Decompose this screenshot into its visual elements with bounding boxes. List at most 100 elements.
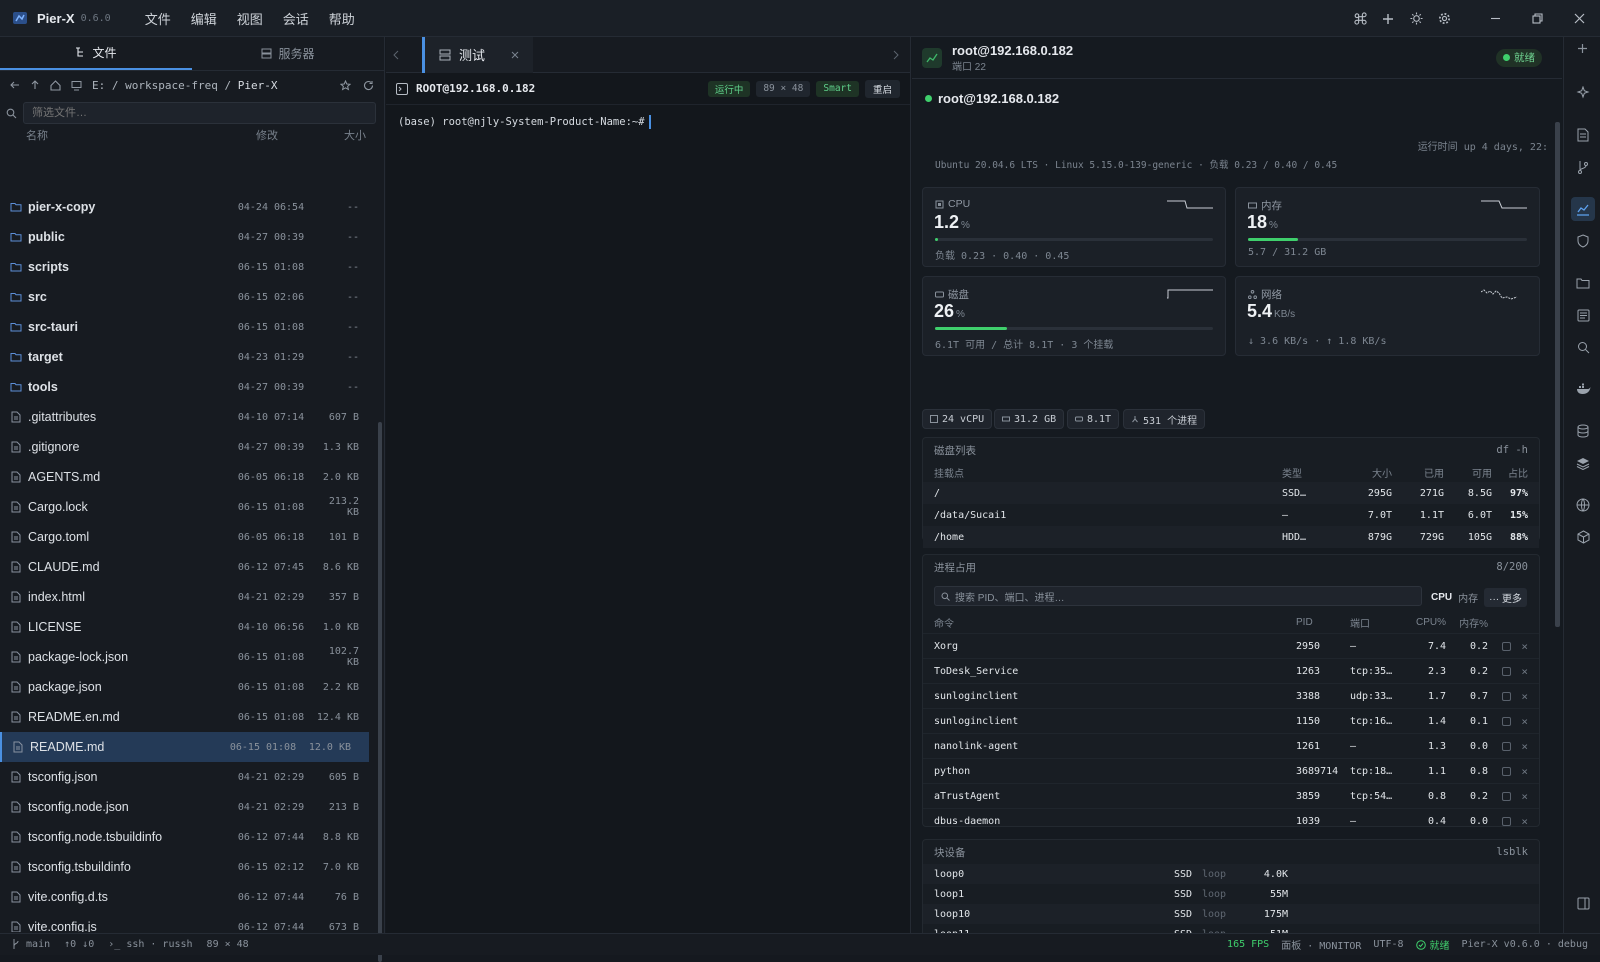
tab-servers[interactable]: 服务器: [192, 37, 384, 70]
file-row[interactable]: tsconfig.node.tsbuildinfo 06-12 07:44 8.8 …: [0, 822, 377, 852]
process-kill-icon[interactable]: ×: [1521, 665, 1528, 678]
file-row[interactable]: index.html 04-21 02:29 357 B: [0, 582, 377, 612]
disk-col-header[interactable]: 可用: [1444, 465, 1492, 480]
shield-icon[interactable]: [1571, 229, 1595, 253]
process-search-input[interactable]: 搜索 PID、端口、进程…: [934, 586, 1422, 606]
file-row[interactable]: Cargo.toml 06-05 06:18 101 B: [0, 522, 377, 552]
tab-files[interactable]: 文件: [0, 37, 192, 70]
process-detail-icon[interactable]: [1502, 766, 1512, 776]
chevron-left-icon[interactable]: [392, 50, 400, 60]
process-row[interactable]: dbus-daemon 1039 — 0.4 0.0 ×: [923, 808, 1539, 833]
process-kill-icon[interactable]: ×: [1521, 815, 1528, 828]
process-row[interactable]: Xorg 2950 — 7.4 0.2 ×: [923, 633, 1539, 658]
sort-memory-button[interactable]: 内存: [1458, 590, 1478, 605]
minimize-icon[interactable]: [1474, 0, 1516, 37]
menu-session[interactable]: 会话: [273, 9, 319, 28]
process-kill-icon[interactable]: ×: [1521, 790, 1528, 803]
file-row[interactable]: target 04-23 01:29 --: [0, 342, 377, 372]
process-detail-icon[interactable]: [1502, 666, 1512, 676]
add-panel-icon[interactable]: [1577, 43, 1588, 54]
col-size[interactable]: 大小: [326, 127, 366, 143]
refresh-icon[interactable]: [363, 80, 374, 91]
terminal-tab[interactable]: 测试: [422, 36, 534, 73]
file-row[interactable]: tsconfig.node.json 04-21 02:29 213 B: [0, 792, 377, 822]
process-kill-icon[interactable]: ×: [1521, 690, 1528, 703]
file-row[interactable]: .gitignore 04-27 00:39 1.3 KB: [0, 432, 377, 462]
panel-toggle-icon[interactable]: [1571, 891, 1595, 915]
package-icon[interactable]: [1571, 525, 1595, 549]
process-detail-icon[interactable]: [1502, 816, 1512, 826]
file-row[interactable]: tools 04-27 00:39 --: [0, 372, 377, 402]
file-row[interactable]: LICENSE 04-10 06:56 1.0 KB: [0, 612, 377, 642]
layers-icon[interactable]: [1571, 451, 1595, 475]
command-icon[interactable]: [1346, 0, 1374, 37]
process-col-header[interactable]: CPU%: [1404, 617, 1446, 628]
home-icon[interactable]: [50, 79, 61, 91]
process-detail-icon[interactable]: [1502, 741, 1512, 751]
breadcrumb[interactable]: E: / workspace-freq / Pier-X: [92, 79, 277, 92]
panel-label[interactable]: 面板 · MONITOR: [1281, 937, 1361, 952]
path-segment-current[interactable]: Pier-X: [238, 79, 278, 92]
more-button[interactable]: ··· 更多: [1484, 588, 1527, 607]
disk-col-header[interactable]: 大小: [1340, 465, 1392, 480]
terminal-output[interactable]: (base) root@njly-System-Product-Name:~#: [386, 105, 910, 139]
file-row[interactable]: AGENTS.md 06-05 06:18 2.0 KB: [0, 462, 377, 492]
col-name[interactable]: 名称: [26, 127, 256, 143]
document-icon[interactable]: [1571, 123, 1595, 147]
git-sync[interactable]: ↑0 ↓0: [64, 939, 94, 950]
disk-row[interactable]: / SSD… 295G 271G 8.5G 97%: [923, 482, 1539, 504]
process-col-header[interactable]: 内存%: [1446, 615, 1488, 630]
database-icon[interactable]: [1571, 419, 1595, 443]
chevron-right-icon[interactable]: [892, 50, 900, 60]
restore-icon[interactable]: [1516, 0, 1558, 37]
filter-input[interactable]: [23, 102, 376, 124]
plus-icon[interactable]: [1374, 0, 1402, 37]
disk-row[interactable]: /home HDD… 879G 729G 105G 88%: [923, 526, 1539, 548]
process-detail-icon[interactable]: [1502, 791, 1512, 801]
file-list-scrollbar[interactable]: [378, 422, 382, 962]
file-row[interactable]: README.md 06-15 01:08 12.0 KB: [0, 732, 369, 762]
process-row[interactable]: aTrustAgent 3859 tcp:54… 0.8 0.2 ×: [923, 783, 1539, 808]
file-row[interactable]: README.en.md 06-15 01:08 12.4 KB: [0, 702, 377, 732]
monitor-chart-icon[interactable]: [1571, 197, 1595, 221]
sun-icon[interactable]: [1402, 0, 1430, 37]
file-row[interactable]: CLAUDE.md 06-12 07:45 8.6 KB: [0, 552, 377, 582]
process-kill-icon[interactable]: ×: [1521, 715, 1528, 728]
file-row[interactable]: .gitattributes 04-10 07:14 607 B: [0, 402, 377, 432]
smart-mode-badge[interactable]: Smart: [816, 80, 859, 97]
disk-col-header[interactable]: 类型: [1282, 465, 1340, 480]
process-row[interactable]: python 3689714 tcp:18… 1.1 0.8 ×: [923, 758, 1539, 783]
process-row[interactable]: ToDesk_Service 1263 tcp:35… 2.3 0.2 ×: [923, 658, 1539, 683]
disk-col-header[interactable]: 已用: [1392, 465, 1444, 480]
path-segment[interactable]: workspace-freq: [125, 79, 218, 92]
file-row[interactable]: pier-x-copy 04-24 06:54 --: [0, 192, 377, 222]
process-col-header[interactable]: 命令: [934, 615, 1296, 630]
gear-icon[interactable]: [1430, 0, 1458, 37]
file-row[interactable]: package-lock.json 06-15 01:08 102.7 KB: [0, 642, 377, 672]
file-row[interactable]: scripts 06-15 01:08 --: [0, 252, 377, 282]
encoding[interactable]: UTF-8: [1373, 939, 1403, 950]
file-row[interactable]: public 04-27 00:39 --: [0, 222, 377, 252]
process-row[interactable]: nanolink-agent 1261 — 1.3 0.0 ×: [923, 733, 1539, 758]
process-row[interactable]: sunloginclient 3388 udp:33… 1.7 0.7 ×: [923, 683, 1539, 708]
process-kill-icon[interactable]: ×: [1521, 640, 1528, 653]
process-detail-icon[interactable]: [1502, 716, 1512, 726]
search-icon[interactable]: [1571, 335, 1595, 359]
col-modified[interactable]: 修改: [256, 127, 326, 143]
restart-button[interactable]: 重启: [864, 79, 900, 98]
process-detail-icon[interactable]: [1502, 641, 1512, 651]
file-row[interactable]: tsconfig.json 04-21 02:29 605 B: [0, 762, 377, 792]
file-row[interactable]: src 06-15 02:06 --: [0, 282, 377, 312]
disk-col-header[interactable]: 挂载点: [934, 465, 1282, 480]
process-detail-icon[interactable]: [1502, 691, 1512, 701]
disk-row[interactable]: /data/Sucai1 — 7.0T 1.1T 6.0T 15%: [923, 504, 1539, 526]
log-icon[interactable]: [1571, 303, 1595, 327]
close-window-icon[interactable]: [1558, 0, 1600, 37]
up-icon[interactable]: [30, 80, 40, 90]
menu-file[interactable]: 文件: [135, 9, 181, 28]
process-col-header[interactable]: PID: [1296, 617, 1344, 628]
file-row[interactable]: vite.config.d.ts 06-12 07:44 76 B: [0, 882, 377, 912]
path-drive[interactable]: E:: [92, 79, 105, 92]
process-kill-icon[interactable]: ×: [1521, 765, 1528, 778]
monitor-icon[interactable]: [71, 80, 82, 91]
